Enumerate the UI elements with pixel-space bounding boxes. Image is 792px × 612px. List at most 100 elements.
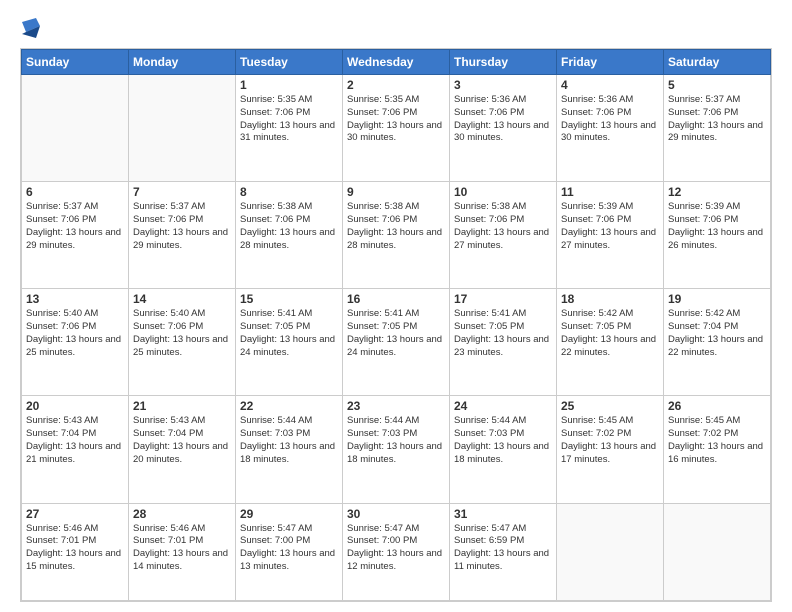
day-cell: 2 Sunrise: 5:35 AM Sunset: 7:06 PM Daylig… — [343, 75, 450, 182]
day-info: Sunrise: 5:41 AM Sunset: 7:05 PM Dayligh… — [240, 308, 338, 359]
day-cell: 1 Sunrise: 5:35 AM Sunset: 7:06 PM Daylig… — [236, 75, 343, 182]
day-cell: 12 Sunrise: 5:39 AM Sunset: 7:06 PM Dayli… — [664, 182, 771, 289]
day-number: 19 — [668, 292, 766, 306]
day-info: Sunrise: 5:46 AM Sunset: 7:01 PM Dayligh… — [26, 523, 124, 574]
day-number: 22 — [240, 399, 338, 413]
day-info: Sunrise: 5:43 AM Sunset: 7:04 PM Dayligh… — [133, 415, 231, 466]
day-cell: 9Sunrise: 5:38 AM Sunset: 7:06 PM Daylig… — [343, 182, 450, 289]
week-row-4: 20 Sunrise: 5:43 AM Sunset: 7:04 PM Dayli… — [22, 396, 771, 503]
day-info: Sunrise: 5:45 AM Sunset: 7:02 PM Dayligh… — [561, 415, 659, 466]
day-info: Sunrise: 5:44 AM Sunset: 7:03 PM Dayligh… — [240, 415, 338, 466]
day-info: Sunrise: 5:36 AM Sunset: 7:06 PM Dayligh… — [454, 94, 552, 145]
day-cell: 15 Sunrise: 5:41 AM Sunset: 7:05 PM Dayli… — [236, 289, 343, 396]
day-info: Sunrise: 5:46 AM Sunset: 7:01 PM Dayligh… — [133, 523, 231, 574]
calendar-table: SundayMondayTuesdayWednesdayThursdayFrid… — [21, 49, 771, 601]
day-cell — [664, 503, 771, 600]
day-cell: 16 Sunrise: 5:41 AM Sunset: 7:05 PM Dayli… — [343, 289, 450, 396]
week-row-3: 13 Sunrise: 5:40 AM Sunset: 7:06 PM Dayli… — [22, 289, 771, 396]
day-cell: 27 Sunrise: 5:46 AM Sunset: 7:01 PM Dayli… — [22, 503, 129, 600]
week-row-5: 27 Sunrise: 5:46 AM Sunset: 7:01 PM Dayli… — [22, 503, 771, 600]
day-number: 6 — [26, 185, 124, 199]
day-info: Sunrise: 5:43 AM Sunset: 7:04 PM Dayligh… — [26, 415, 124, 466]
day-cell: 11 Sunrise: 5:39 AM Sunset: 7:06 PM Dayli… — [557, 182, 664, 289]
day-number: 14 — [133, 292, 231, 306]
page: SundayMondayTuesdayWednesdayThursdayFrid… — [0, 0, 792, 612]
weekday-header-monday: Monday — [129, 50, 236, 75]
day-info: Sunrise: 5:38 AM Sunset: 7:06 PM Dayligh… — [454, 201, 552, 252]
day-cell: 5 Sunrise: 5:37 AM Sunset: 7:06 PM Daylig… — [664, 75, 771, 182]
day-number: 15 — [240, 292, 338, 306]
day-number: 24 — [454, 399, 552, 413]
day-info: Sunrise: 5:42 AM Sunset: 7:05 PM Dayligh… — [561, 308, 659, 359]
day-cell: 21 Sunrise: 5:43 AM Sunset: 7:04 PM Dayli… — [129, 396, 236, 503]
day-info: Sunrise: 5:47 AM Sunset: 6:59 PM Dayligh… — [454, 523, 552, 574]
day-info: Sunrise: 5:35 AM Sunset: 7:06 PM Dayligh… — [240, 94, 338, 145]
day-cell: 29 Sunrise: 5:47 AM Sunset: 7:00 PM Dayli… — [236, 503, 343, 600]
weekday-header-tuesday: Tuesday — [236, 50, 343, 75]
day-cell: 25 Sunrise: 5:45 AM Sunset: 7:02 PM Dayli… — [557, 396, 664, 503]
day-number: 23 — [347, 399, 445, 413]
day-number: 5 — [668, 78, 766, 92]
day-cell: 26 Sunrise: 5:45 AM Sunset: 7:02 PM Dayli… — [664, 396, 771, 503]
day-cell: 19 Sunrise: 5:42 AM Sunset: 7:04 PM Dayli… — [664, 289, 771, 396]
day-info: Sunrise: 5:40 AM Sunset: 7:06 PM Dayligh… — [133, 308, 231, 359]
day-info: Sunrise: 5:41 AM Sunset: 7:05 PM Dayligh… — [454, 308, 552, 359]
day-number: 28 — [133, 507, 231, 521]
day-info: Sunrise: 5:35 AM Sunset: 7:06 PM Dayligh… — [347, 94, 445, 145]
day-cell: 18Sunrise: 5:42 AM Sunset: 7:05 PM Dayli… — [557, 289, 664, 396]
day-info: Sunrise: 5:44 AM Sunset: 7:03 PM Dayligh… — [347, 415, 445, 466]
weekday-header-saturday: Saturday — [664, 50, 771, 75]
day-number: 21 — [133, 399, 231, 413]
day-info: Sunrise: 5:37 AM Sunset: 7:06 PM Dayligh… — [668, 94, 766, 145]
day-number: 30 — [347, 507, 445, 521]
day-info: Sunrise: 5:47 AM Sunset: 7:00 PM Dayligh… — [347, 523, 445, 574]
day-number: 27 — [26, 507, 124, 521]
day-info: Sunrise: 5:37 AM Sunset: 7:06 PM Dayligh… — [133, 201, 231, 252]
day-info: Sunrise: 5:40 AM Sunset: 7:06 PM Dayligh… — [26, 308, 124, 359]
day-number: 2 — [347, 78, 445, 92]
day-number: 31 — [454, 507, 552, 521]
day-number: 11 — [561, 185, 659, 199]
day-info: Sunrise: 5:38 AM Sunset: 7:06 PM Dayligh… — [240, 201, 338, 252]
day-info: Sunrise: 5:39 AM Sunset: 7:06 PM Dayligh… — [668, 201, 766, 252]
day-cell: 8 Sunrise: 5:38 AM Sunset: 7:06 PM Daylig… — [236, 182, 343, 289]
day-number: 26 — [668, 399, 766, 413]
day-number: 13 — [26, 292, 124, 306]
day-cell: 4Sunrise: 5:36 AM Sunset: 7:06 PM Daylig… — [557, 75, 664, 182]
weekday-header-thursday: Thursday — [450, 50, 557, 75]
day-cell: 13 Sunrise: 5:40 AM Sunset: 7:06 PM Dayli… — [22, 289, 129, 396]
day-number: 3 — [454, 78, 552, 92]
day-number: 8 — [240, 185, 338, 199]
day-cell: 3 Sunrise: 5:36 AM Sunset: 7:06 PM Daylig… — [450, 75, 557, 182]
day-info: Sunrise: 5:41 AM Sunset: 7:05 PM Dayligh… — [347, 308, 445, 359]
calendar: SundayMondayTuesdayWednesdayThursdayFrid… — [20, 48, 772, 602]
day-number: 12 — [668, 185, 766, 199]
header — [20, 18, 772, 40]
day-info: Sunrise: 5:42 AM Sunset: 7:04 PM Dayligh… — [668, 308, 766, 359]
day-info: Sunrise: 5:37 AM Sunset: 7:06 PM Dayligh… — [26, 201, 124, 252]
day-cell — [22, 75, 129, 182]
day-cell: 14 Sunrise: 5:40 AM Sunset: 7:06 PM Dayli… — [129, 289, 236, 396]
week-row-2: 6 Sunrise: 5:37 AM Sunset: 7:06 PM Daylig… — [22, 182, 771, 289]
day-cell: 7 Sunrise: 5:37 AM Sunset: 7:06 PM Daylig… — [129, 182, 236, 289]
day-info: Sunrise: 5:39 AM Sunset: 7:06 PM Dayligh… — [561, 201, 659, 252]
weekday-header-wednesday: Wednesday — [343, 50, 450, 75]
day-cell: 30 Sunrise: 5:47 AM Sunset: 7:00 PM Dayli… — [343, 503, 450, 600]
day-number: 7 — [133, 185, 231, 199]
day-number: 20 — [26, 399, 124, 413]
day-cell — [129, 75, 236, 182]
day-number: 17 — [454, 292, 552, 306]
week-row-1: 1 Sunrise: 5:35 AM Sunset: 7:06 PM Daylig… — [22, 75, 771, 182]
day-info: Sunrise: 5:47 AM Sunset: 7:00 PM Dayligh… — [240, 523, 338, 574]
day-info: Sunrise: 5:45 AM Sunset: 7:02 PM Dayligh… — [668, 415, 766, 466]
day-info: Sunrise: 5:44 AM Sunset: 7:03 PM Dayligh… — [454, 415, 552, 466]
day-cell: 17 Sunrise: 5:41 AM Sunset: 7:05 PM Dayli… — [450, 289, 557, 396]
day-number: 25 — [561, 399, 659, 413]
day-number: 29 — [240, 507, 338, 521]
day-number: 1 — [240, 78, 338, 92]
day-cell: 28 Sunrise: 5:46 AM Sunset: 7:01 PM Dayli… — [129, 503, 236, 600]
day-number: 16 — [347, 292, 445, 306]
day-number: 10 — [454, 185, 552, 199]
day-cell: 10 Sunrise: 5:38 AM Sunset: 7:06 PM Dayli… — [450, 182, 557, 289]
weekday-header-row: SundayMondayTuesdayWednesdayThursdayFrid… — [22, 50, 771, 75]
